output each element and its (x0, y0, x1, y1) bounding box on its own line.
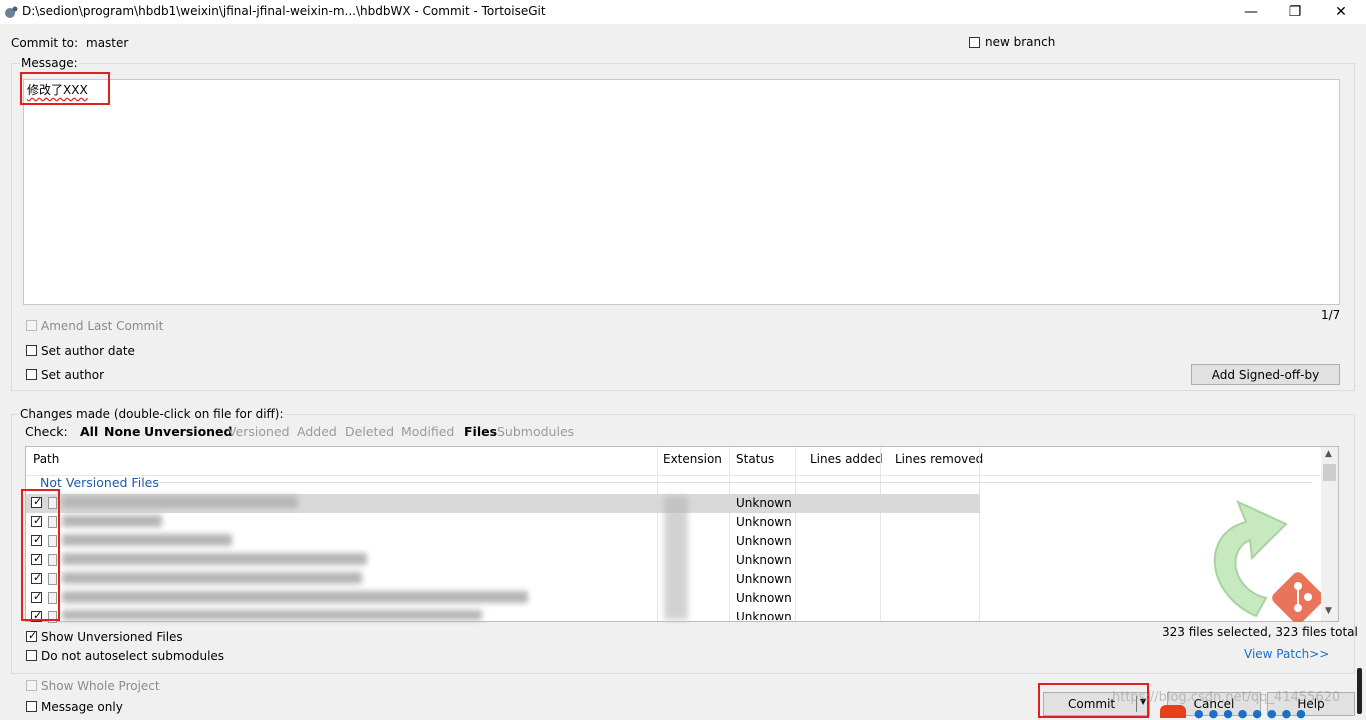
show-whole-project-label: Show Whole Project (41, 679, 160, 693)
set-author-label: Set author (41, 368, 105, 382)
message-only-checkbox[interactable] (26, 701, 37, 712)
status-cell: Unknown (736, 534, 792, 548)
redacted-path (62, 610, 482, 620)
filter-submodules[interactable]: Submodules (497, 424, 574, 439)
set-author-checkbox[interactable] (26, 369, 37, 380)
show-unversioned-checkbox[interactable] (26, 629, 37, 642)
scrollbar-thumb[interactable] (1323, 464, 1336, 481)
filter-all[interactable]: All (80, 424, 98, 439)
new-branch-checkbox[interactable] (969, 37, 980, 48)
redacted-path (62, 496, 298, 508)
commit-to-label: Commit to: (11, 36, 79, 50)
filter-none[interactable]: None (104, 424, 140, 439)
filter-files[interactable]: Files (464, 424, 497, 439)
add-signed-off-button[interactable]: Add Signed-off-by (1191, 364, 1340, 385)
new-branch-label: new branch (985, 35, 1056, 49)
restore-button[interactable]: ❐ (1272, 0, 1318, 24)
show-unversioned-label: Show Unversioned Files (41, 630, 183, 644)
column-path[interactable]: Path (33, 452, 59, 466)
redacted-path (62, 534, 232, 546)
author-date-checkbox[interactable] (26, 345, 37, 356)
status-cell: Unknown (736, 496, 792, 510)
redacted-extensions (664, 496, 688, 620)
column-status[interactable]: Status (736, 452, 774, 466)
ime-toolbar-icons[interactable]: ●●●●●●●● (1194, 707, 1311, 720)
filter-deleted[interactable]: Deleted (345, 424, 394, 439)
group-divider (156, 482, 1312, 483)
changes-label: Changes made (double-click on file for d… (19, 407, 285, 421)
close-button[interactable]: ✕ (1318, 0, 1364, 24)
header-divider (26, 475, 1322, 476)
file-count-summary: 323 files selected, 323 files total (1162, 625, 1358, 639)
filter-versioned[interactable]: Versioned (228, 424, 290, 439)
author-date-label: Set author date (41, 344, 135, 358)
scroll-up-icon[interactable]: ▲ (1325, 449, 1332, 459)
message-only-label: Message only (41, 700, 123, 714)
view-patch-link[interactable]: View Patch>> (1244, 647, 1329, 661)
no-autoselect-checkbox[interactable] (26, 650, 37, 661)
message-label: Message: (20, 56, 79, 70)
column-lines-removed[interactable]: Lines removed (895, 452, 983, 466)
tortoisegit-logo-icon (1213, 500, 1324, 622)
message-counter: 1/7 (1321, 308, 1341, 322)
filter-added[interactable]: Added (297, 424, 337, 439)
redacted-path (62, 591, 528, 603)
highlight-checkboxes (21, 489, 60, 621)
watermark-text: https://blog.csdn.net/qq_41455620 (1112, 690, 1341, 705)
status-cell: Unknown (736, 572, 792, 586)
group-not-versioned: Not Versioned Files (40, 475, 159, 490)
branch-name: master (86, 36, 129, 50)
scroll-down-icon[interactable]: ▼ (1325, 606, 1332, 616)
highlight-message (20, 72, 110, 105)
column-lines-added[interactable]: Lines added (810, 452, 883, 466)
window-title: D:\sedion\program\hbdb1\weixin\jfinal-jf… (22, 4, 546, 18)
status-cell: Unknown (736, 591, 792, 605)
filter-unversioned[interactable]: Unversioned (144, 424, 232, 439)
no-autoselect-label: Do not autoselect submodules (41, 649, 225, 663)
tortoisegit-app-icon (5, 6, 18, 18)
table-row[interactable] (26, 513, 980, 532)
status-cell: Unknown (736, 553, 792, 567)
redacted-path (62, 515, 162, 527)
redacted-path (62, 572, 362, 584)
minimize-button[interactable]: — (1228, 0, 1274, 24)
filter-modified[interactable]: Modified (401, 424, 454, 439)
show-whole-project-checkbox[interactable] (26, 680, 37, 691)
window-scrollbar[interactable] (1357, 668, 1362, 714)
redacted-path (62, 553, 367, 565)
amend-checkbox[interactable] (26, 320, 37, 331)
ime-logo-icon[interactable] (1160, 705, 1186, 718)
column-extension[interactable]: Extension (663, 452, 722, 466)
amend-label: Amend Last Commit (41, 319, 164, 333)
status-cell: Unknown (736, 610, 792, 620)
commit-message-editor[interactable] (23, 79, 1340, 305)
check-label: Check: (25, 424, 68, 439)
status-cell: Unknown (736, 515, 792, 529)
